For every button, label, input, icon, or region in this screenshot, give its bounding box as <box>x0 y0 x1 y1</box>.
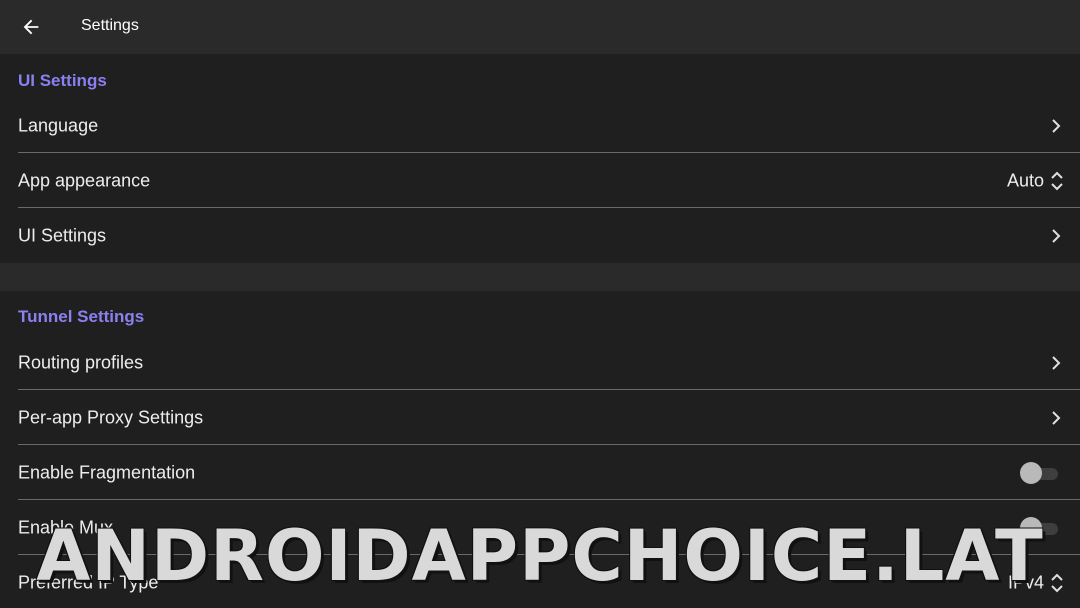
setting-row-per-app-proxy[interactable]: Per-app Proxy Settings <box>0 390 1080 445</box>
chevron-right-icon <box>1052 118 1061 133</box>
unfold-more-icon <box>1051 573 1063 592</box>
chevron-right-icon <box>1052 410 1061 425</box>
back-button[interactable] <box>14 10 48 44</box>
setting-row-app-appearance[interactable]: App appearance Auto <box>0 153 1080 208</box>
setting-row-enable-mux[interactable]: Enable Mux <box>0 500 1080 555</box>
setting-label: UI Settings <box>18 225 107 245</box>
setting-row-routing-profiles[interactable]: Routing profiles <box>0 335 1080 390</box>
setting-label: App appearance <box>18 170 151 190</box>
page-title: Settings <box>81 17 139 34</box>
setting-label: Routing profiles <box>18 352 144 372</box>
app-appearance-value: Auto <box>1006 170 1044 190</box>
preferred-ip-value: IPv4 <box>1007 572 1044 592</box>
settings-screen: Settings UI Settings Language App appear… <box>0 0 1080 608</box>
section-ui-settings: UI Settings Language App appearance Auto… <box>0 54 1080 263</box>
arrow-left-icon <box>23 19 39 35</box>
chevron-right-icon <box>1052 355 1061 370</box>
toggle-thumb <box>1020 516 1042 539</box>
setting-label: Enable Fragmentation <box>18 462 196 482</box>
setting-row-preferred-ip-type[interactable]: Preferred IP Type IPv4 <box>0 555 1080 608</box>
section-header-tunnel-settings: Tunnel Settings <box>18 307 145 326</box>
setting-label: Language <box>18 115 99 135</box>
setting-label: Preferred IP Type <box>18 572 159 592</box>
section-header-ui-settings: UI Settings <box>18 71 107 90</box>
section-gap <box>0 263 1080 291</box>
unfold-more-icon <box>1051 171 1063 190</box>
fragmentation-toggle[interactable] <box>1020 461 1058 484</box>
mux-toggle[interactable] <box>1020 516 1058 539</box>
setting-row-ui-settings[interactable]: UI Settings <box>0 208 1080 263</box>
section-tunnel-settings: Tunnel Settings Routing profiles Per-app… <box>0 291 1080 608</box>
setting-row-language[interactable]: Language <box>0 98 1080 153</box>
toggle-thumb <box>1020 461 1042 484</box>
setting-label: Enable Mux <box>18 517 114 537</box>
setting-label: Per-app Proxy Settings <box>18 407 204 427</box>
setting-row-enable-fragmentation[interactable]: Enable Fragmentation <box>0 445 1080 500</box>
chevron-right-icon <box>1052 228 1061 243</box>
app-bar: Settings <box>0 0 1080 54</box>
